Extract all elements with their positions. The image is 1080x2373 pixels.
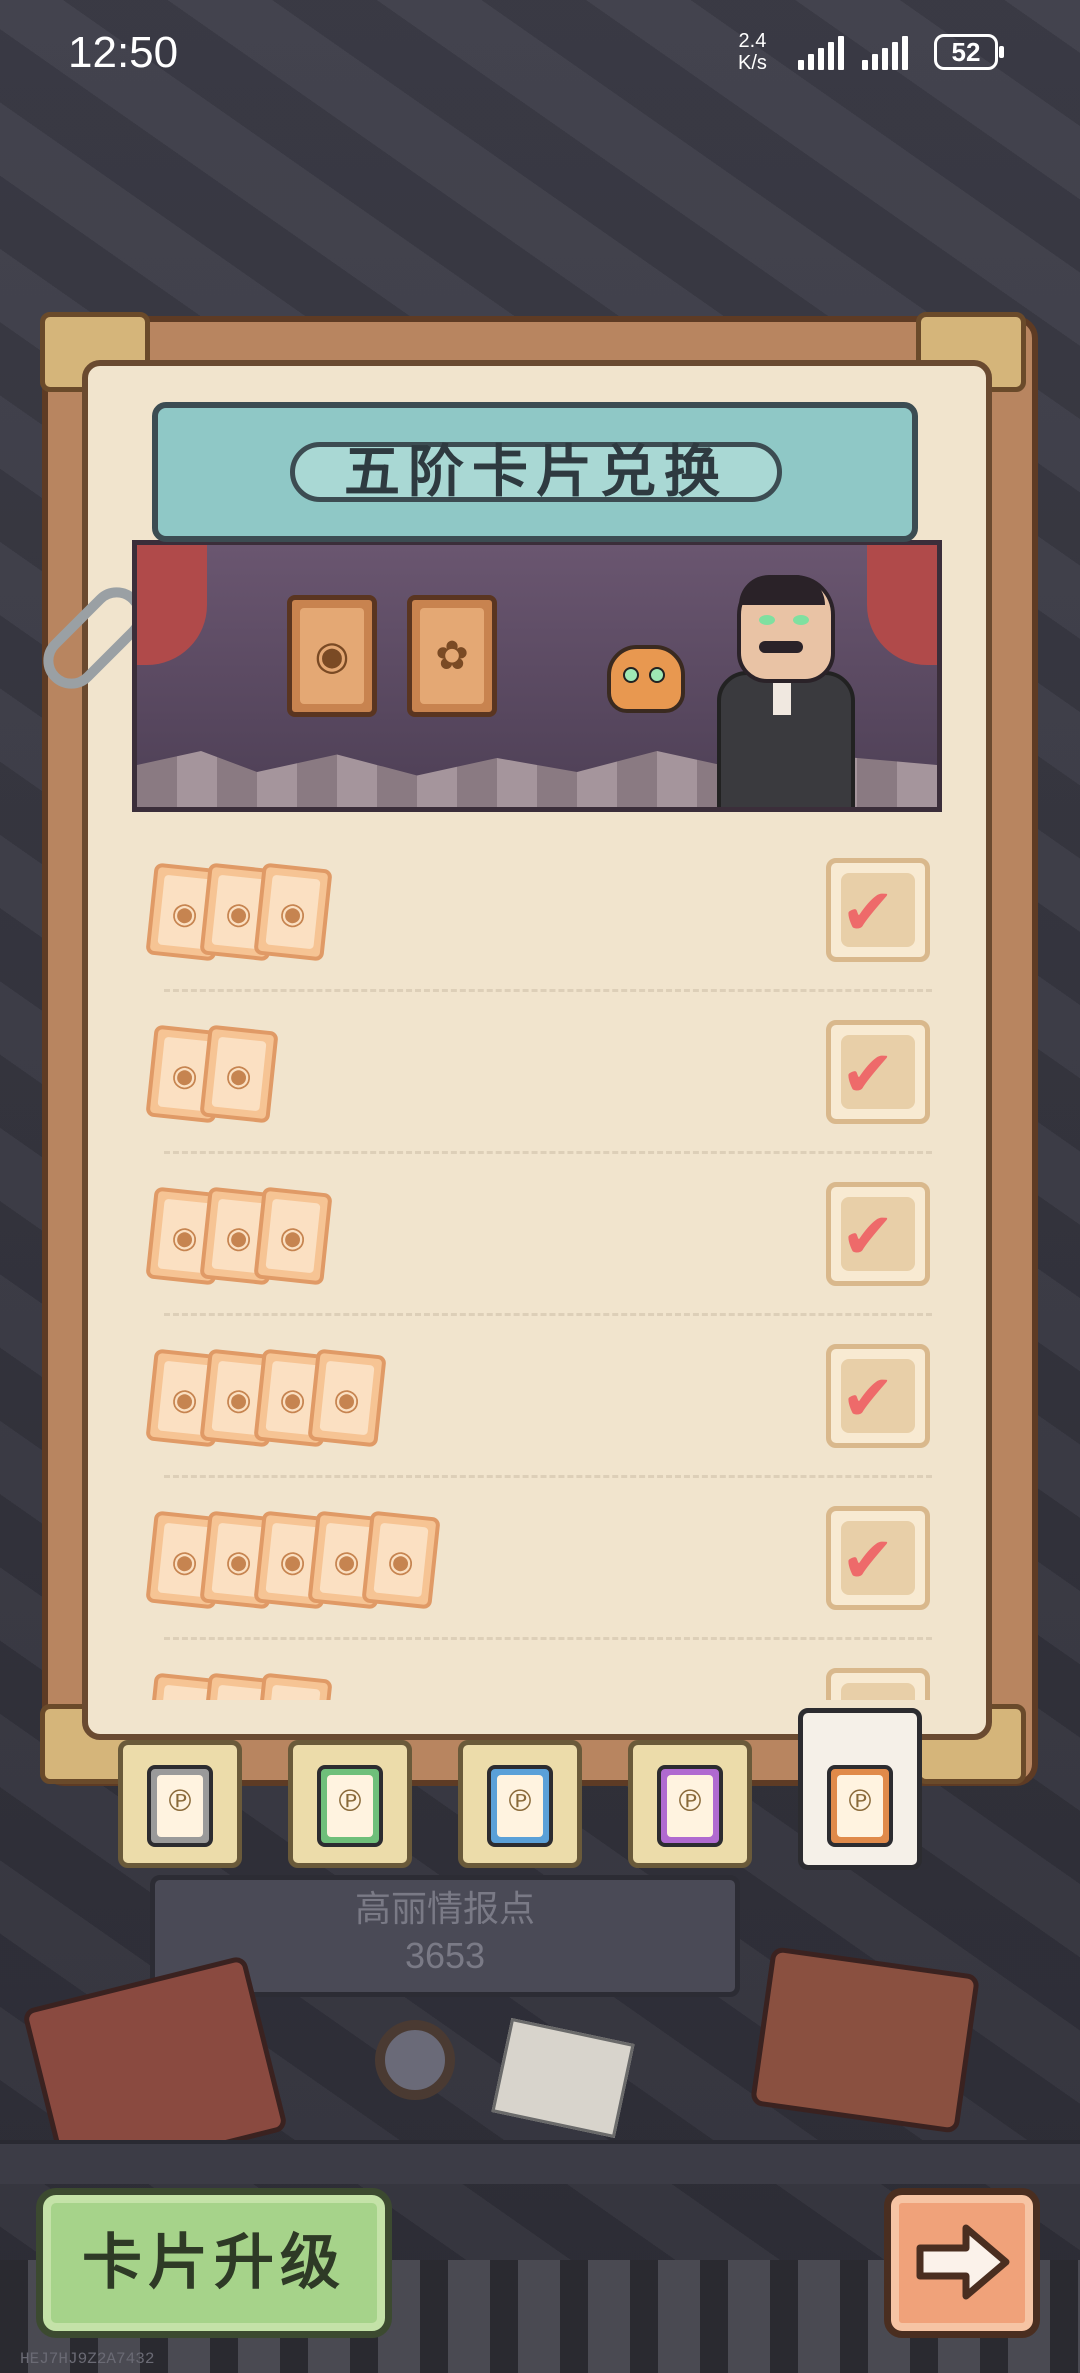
status-bar: 12:50 2.4 K/s 52 — [0, 0, 1080, 110]
exchange-row: ◉◉◉✔ — [82, 1640, 992, 1700]
reward-slot[interactable]: ✔ — [826, 858, 930, 962]
reward-slot[interactable]: ✔ — [826, 1506, 930, 1610]
network-speed: 2.4 K/s — [738, 30, 767, 74]
tab-tier-3[interactable]: ℗ — [458, 1740, 582, 1868]
exchange-list[interactable]: ◉◉◉✔◉◉✔◉◉◉✔◉◉◉◉✔◉◉◉◉◉✔◉◉◉✔ — [82, 830, 992, 1700]
tab-tier-2[interactable]: ℗ — [288, 1740, 412, 1868]
check-icon: ✔ — [841, 1524, 895, 1598]
magnifier-icon — [375, 2020, 455, 2100]
exchange-row: ◉◉◉✔ — [82, 830, 992, 992]
card-tier-icon: ℗ — [317, 1765, 383, 1847]
cat-icon — [607, 645, 685, 713]
card-tier-icon: ℗ — [147, 1765, 213, 1847]
check-icon: ✔ — [841, 1200, 895, 1274]
tab-tier-5[interactable]: ℗ — [798, 1708, 922, 1870]
exchange-row: ◉ ◉ ◉ ◉ ✔ — [82, 1316, 992, 1478]
reward-slot[interactable]: ✔ — [826, 1020, 930, 1124]
arrow-right-icon[interactable] — [910, 2210, 1014, 2314]
reward-slot[interactable]: ✔ — [826, 1182, 930, 1286]
curtain-icon — [137, 545, 207, 665]
card-sack-icon: ◉ — [287, 595, 377, 717]
status-time: 12:50 — [68, 28, 179, 77]
card-tier-icon: ℗ — [827, 1765, 893, 1847]
tab-tier-1[interactable]: ℗ — [118, 1740, 242, 1868]
check-icon: ✔ — [841, 876, 895, 950]
exchange-row: ◉ ◉ ◉ ◉ ◉ ✔ — [82, 1478, 992, 1640]
required-card-icon: ◉ — [253, 1186, 333, 1286]
required-card-icon: ◉ — [361, 1510, 441, 1610]
reward-slot[interactable]: ✔ — [826, 1668, 930, 1700]
required-card-icon: ◉ — [199, 1024, 279, 1124]
signal-icon-secondary — [862, 34, 908, 70]
required-card-icon: ◉ — [307, 1348, 387, 1448]
exchange-row: ◉ ◉ ✔ — [82, 992, 992, 1154]
reward-slot[interactable]: ✔ — [826, 1344, 930, 1448]
check-icon: ✔ — [841, 1362, 895, 1436]
card-upgrade-label[interactable]: 卡片升级 — [36, 2188, 392, 2338]
desk-edge — [0, 2140, 1080, 2184]
network-speed-value: 2.4 — [738, 30, 767, 52]
battery-icon: 52 — [934, 34, 1004, 70]
intel-points-label: 高丽情报点 — [354, 1889, 535, 1930]
card-tier-icon: ℗ — [487, 1765, 553, 1847]
check-icon: ✔ — [841, 1038, 895, 1112]
panel-title: 五阶卡片兑换 — [344, 440, 728, 505]
exchange-row: ◉◉◉✔ — [82, 1154, 992, 1316]
network-speed-unit: K/s — [738, 52, 767, 74]
build-code: HEJ7HJ9Z2A7432 — [20, 2350, 155, 2368]
curtain-icon — [867, 545, 937, 665]
card-tier-icon: ℗ — [657, 1765, 723, 1847]
scene-illustration: ◉ ✿ — [132, 540, 942, 812]
tab-tier-4[interactable]: ℗ — [628, 1740, 752, 1868]
required-card-icon: ◉ — [253, 862, 333, 962]
check-icon: ✔ — [841, 1683, 895, 1700]
signal-icon — [798, 34, 844, 70]
card-fruit-icon: ✿ — [407, 595, 497, 717]
wallet-icon — [749, 1946, 981, 2134]
required-card-icon: ◉ — [253, 1672, 333, 1700]
villain-character-icon — [697, 575, 855, 807]
